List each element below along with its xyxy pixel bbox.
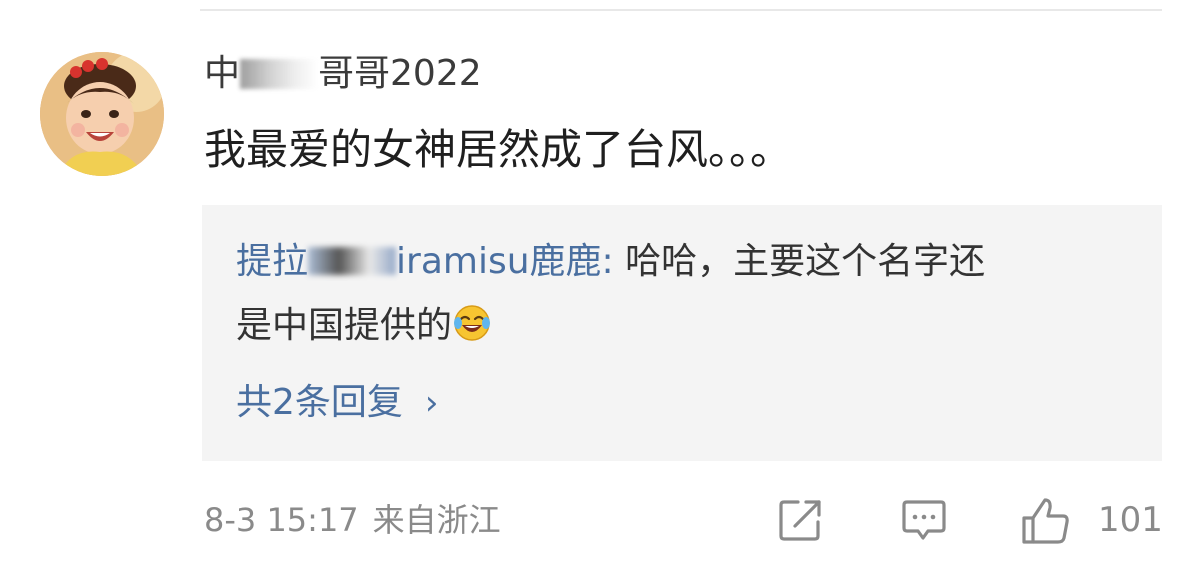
reply-line-2: 是中国提供的 <box>236 301 492 351</box>
reply-author-redaction <box>308 247 397 275</box>
like-count: 101 <box>1098 500 1163 540</box>
chevron-right-icon: › <box>424 383 439 423</box>
username-prefix: 中 <box>204 53 241 94</box>
reply-author[interactable]: 提拉 iramisu鹿鹿 <box>236 241 602 282</box>
comment-icon <box>902 500 946 540</box>
thumbs-up-icon <box>1022 498 1069 544</box>
username-suffix: 哥哥2022 <box>318 53 482 94</box>
top-divider <box>200 9 1162 11</box>
more-replies-label: 共2条回复 <box>236 382 403 423</box>
comment-text: 我最爱的女神居然成了台风。。。 <box>204 125 793 174</box>
comment-location: 来自浙江 <box>372 501 501 539</box>
comment-meta: 8-3 15:17 来自浙江 <box>204 498 501 542</box>
avatar-image <box>40 52 164 176</box>
share-button[interactable] <box>776 496 824 544</box>
share-icon <box>779 500 821 541</box>
avatar[interactable] <box>40 52 164 176</box>
reply-author-prefix: 提拉 <box>236 241 309 282</box>
more-replies-link[interactable]: 共2条回复 › <box>236 378 439 428</box>
reply-separator: : <box>601 241 614 282</box>
comment-username[interactable]: 中 哥哥2022 <box>204 52 482 96</box>
reply-text-2: 是中国提供的 <box>236 305 453 346</box>
username-redaction <box>240 59 319 89</box>
reply-text-1: 哈哈，主要这个名字还 <box>613 241 986 282</box>
like-button[interactable]: 101 <box>1018 496 1168 544</box>
comment-button[interactable] <box>900 496 948 544</box>
laugh-cry-emoji <box>454 305 491 341</box>
reply-author-suffix: iramisu鹿鹿 <box>396 241 602 282</box>
comment-timestamp: 8-3 15:17 <box>204 501 359 539</box>
reply-line-1: 提拉 iramisu鹿鹿: 哈哈，主要这个名字还 <box>236 237 985 287</box>
